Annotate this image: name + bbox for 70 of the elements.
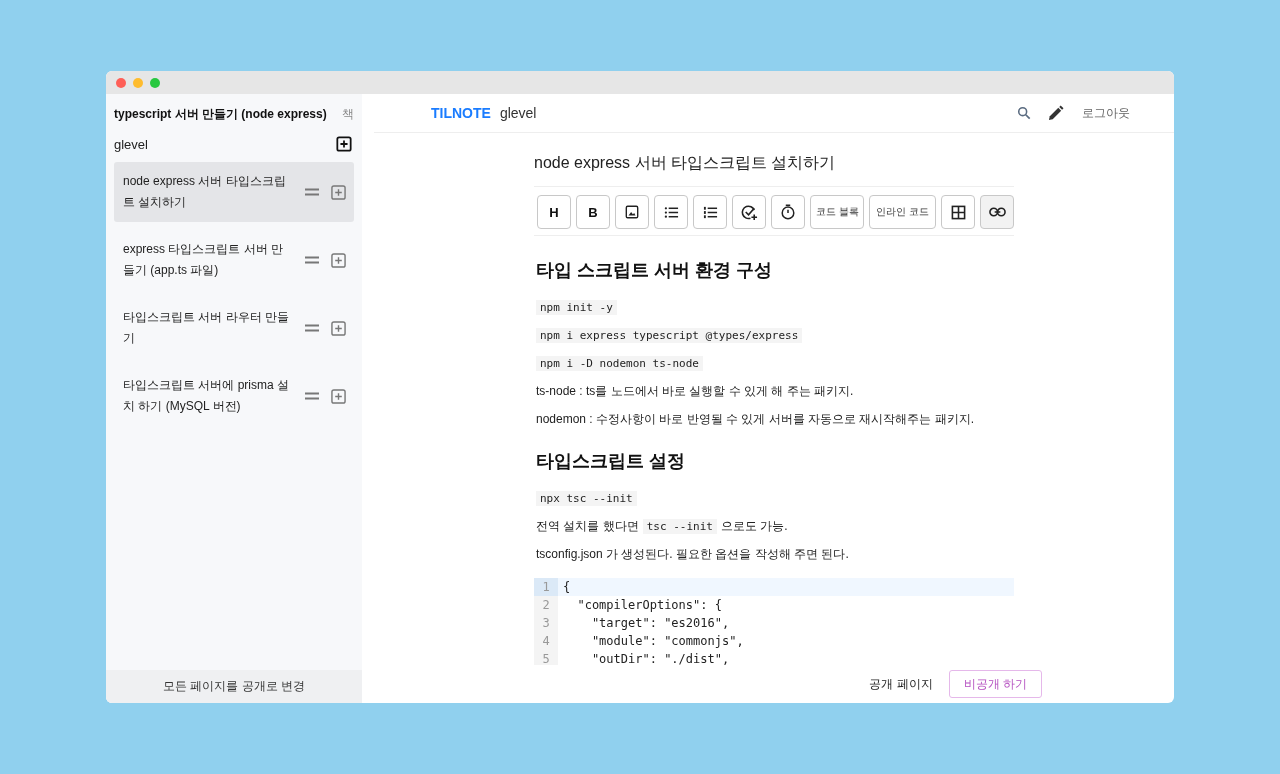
drag-handle-icon[interactable]: [305, 392, 319, 400]
line-number: 2: [534, 596, 558, 614]
numbered-list-icon: [702, 204, 718, 220]
page-list-item[interactable]: 타입스크립트 서버에 prisma 설치 하기 (MySQL 버전): [114, 366, 354, 426]
numbered-list-button[interactable]: [693, 195, 727, 229]
section-heading: 타입 스크립트 서버 환경 구성: [536, 259, 773, 282]
page-list-item[interactable]: express 타입스크립트 서버 만들기 (app.ts 파일): [114, 230, 354, 290]
code-line: "module": "commonjs",: [590, 634, 744, 648]
code-block-button[interactable]: 코드 블록: [810, 195, 865, 229]
code-line: {: [563, 580, 571, 594]
paragraph: ts-node : ts를 노드에서 바로 실행할 수 있게 해 주는 패키지.: [536, 383, 855, 400]
inline-code: tsc --init: [642, 519, 717, 534]
check-circle-plus-icon: [740, 203, 758, 221]
image-icon: [625, 205, 639, 219]
logout-link[interactable]: 로그아웃: [1082, 104, 1130, 122]
stopwatch-icon: [780, 204, 796, 220]
paragraph: tsconfig.json 가 생성된다. 필요한 옵션을 작성해 주면 된다.: [536, 546, 850, 563]
close-window-icon[interactable]: [116, 77, 126, 88]
bullet-list-icon: [663, 204, 679, 220]
add-subpage-icon[interactable]: [331, 320, 346, 336]
drag-handle-icon[interactable]: [305, 324, 319, 332]
line-number: 5: [534, 650, 558, 665]
page-list-item[interactable]: node express 서버 타입스크립트 설치하기: [114, 162, 354, 222]
heading-button[interactable]: H: [537, 195, 571, 229]
code-line: "target": "es2016",: [590, 616, 730, 630]
inline-code: npm init -y: [536, 300, 617, 315]
line-number: 1: [534, 578, 558, 596]
inline-code: npm i express typescript @types/express: [536, 328, 803, 343]
visibility-status: 공개 페이지: [869, 675, 933, 693]
link-button[interactable]: [980, 195, 1014, 229]
page-title: express 타입스크립트 서버 만들기 (app.ts 파일): [123, 241, 285, 279]
page-title: node express 서버 타입스크립트 설치하기: [123, 173, 287, 211]
line-number: 4: [534, 632, 558, 650]
add-subpage-icon[interactable]: [331, 388, 346, 404]
pencil-icon[interactable]: [1047, 104, 1064, 122]
page-title: 타입스크립트 서버 라우터 만들기: [123, 309, 290, 347]
paragraph-text: 전역 설치를 했다면: [536, 519, 639, 533]
inline-code: npx tsc --init: [536, 491, 637, 506]
code-line: "compilerOptions": {: [576, 598, 722, 612]
make-all-public-button[interactable]: 모든 페이지를 공개로 변경: [106, 670, 362, 703]
line-number: 3: [534, 614, 558, 632]
book-link[interactable]: 책: [342, 105, 354, 123]
add-page-icon[interactable]: [336, 136, 352, 152]
page-title-field[interactable]: node express 서버 타입스크립트 설치하기: [534, 133, 1014, 187]
timer-button[interactable]: [771, 195, 805, 229]
drag-handle-icon[interactable]: [305, 188, 319, 196]
add-subpage-icon[interactable]: [331, 252, 346, 268]
table-button[interactable]: [941, 195, 975, 229]
code-line: "outDir": "./dist",: [590, 652, 730, 665]
bold-button[interactable]: B: [576, 195, 610, 229]
link-icon: [988, 207, 1006, 217]
add-subpage-icon[interactable]: [331, 184, 346, 200]
image-button[interactable]: [615, 195, 649, 229]
table-icon: [950, 204, 966, 220]
bullet-list-button[interactable]: [654, 195, 688, 229]
paragraph-text: 으로도 가능.: [720, 519, 788, 533]
user-name: glevel: [499, 105, 537, 121]
paragraph: nodemon : 수정사항이 바로 반영될 수 있게 서버를 자동으로 재시작해주는 패키지.: [536, 411, 976, 428]
logo[interactable]: TILNOTE: [431, 105, 491, 121]
checklist-button[interactable]: [732, 195, 766, 229]
inline-code: npm i -D nodemon ts-node: [536, 356, 703, 371]
page-title: 타입스크립트 서버에 prisma 설치 하기 (MySQL 버전): [123, 377, 290, 415]
drag-handle-icon[interactable]: [305, 256, 319, 264]
search-icon[interactable]: [1017, 106, 1031, 120]
section-heading: 타입스크립트 설정: [536, 450, 686, 473]
author-name: glevel: [114, 136, 148, 152]
book-title: typescript 서버 만들기 (node express): [114, 105, 327, 123]
inline-code-button[interactable]: 인라인 코드: [869, 195, 936, 229]
page-list-item[interactable]: 타입스크립트 서버 라우터 만들기: [114, 298, 354, 358]
make-private-button[interactable]: 비공개 하기: [948, 670, 1042, 698]
